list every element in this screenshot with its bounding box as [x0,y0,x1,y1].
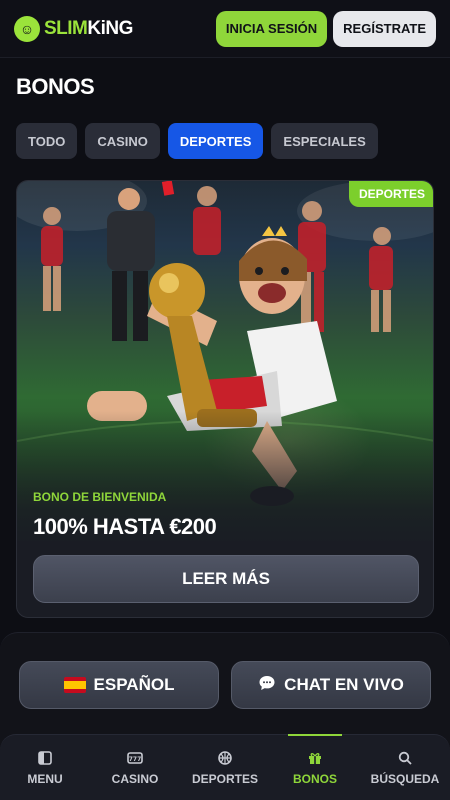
slimking-logo[interactable]: ☺ SLIMKiNG [14,15,133,42]
promo-card[interactable]: DEPORTES BONO DE BIENVENIDA 100% HASTA €… [16,180,434,618]
bottom-navigation: MENU 777 CASINO DEPORTES BONOS BÚSQUEDA [0,734,450,800]
spain-flag-icon [63,677,86,693]
chat-bubble-icon [258,674,276,697]
logo-wordmark: SLIMKiNG [44,18,133,40]
promo-category-badge: DEPORTES [348,181,433,207]
gift-icon [307,750,323,766]
tab-casino[interactable]: CASINO [85,123,160,159]
read-more-button[interactable]: LEER MÁS [33,555,419,603]
nav-item-deportes[interactable]: DEPORTES [180,735,270,800]
live-chat-label: CHAT EN VIVO [284,675,404,694]
bonus-filter-tabs: TODO CASINO DEPORTES ESPECIALES [16,123,378,159]
nav-item-bonos[interactable]: BONOS [270,734,360,800]
basketball-icon [217,750,233,766]
tab-todo[interactable]: TODO [16,123,78,159]
menu-icon [37,750,53,766]
login-button[interactable]: INICIA SESIÓN [215,10,328,47]
logo-text-slim: SLIM [44,17,88,39]
language-label: ESPAÑOL [93,675,175,694]
language-selector-button[interactable]: ESPAÑOL [19,661,219,709]
nav-label-deportes: DEPORTES [191,771,258,786]
nav-label-casino: CASINO [111,771,159,786]
nav-label-bonos: BONOS [292,771,337,786]
search-icon [397,750,413,766]
promo-title: 100% HASTA €200 [33,514,217,539]
tab-especiales[interactable]: ESPECIALES [271,123,378,159]
top-header: ☺ SLIMKiNG INICIA SESIÓN REGÍSTRATE [0,0,450,58]
casino-icon: 777 [127,750,143,766]
logo-monkey-icon: ☺ [14,15,40,42]
nav-label-busqueda: BÚSQUEDA [370,771,440,786]
promo-subtitle: BONO DE BIENVENIDA [33,490,167,504]
register-button[interactable]: REGÍSTRATE [333,10,436,47]
tab-deportes[interactable]: DEPORTES [167,123,264,159]
live-chat-button[interactable]: CHAT EN VIVO [231,661,431,709]
nav-item-casino[interactable]: 777 CASINO [90,735,180,800]
nav-item-busqueda[interactable]: BÚSQUEDA [360,735,450,800]
nav-label-menu: MENU [27,771,63,786]
svg-text:777: 777 [129,756,142,763]
page-title: BONOS [16,74,95,99]
logo-text-king: KiNG [87,17,133,39]
nav-item-menu[interactable]: MENU [0,735,90,800]
